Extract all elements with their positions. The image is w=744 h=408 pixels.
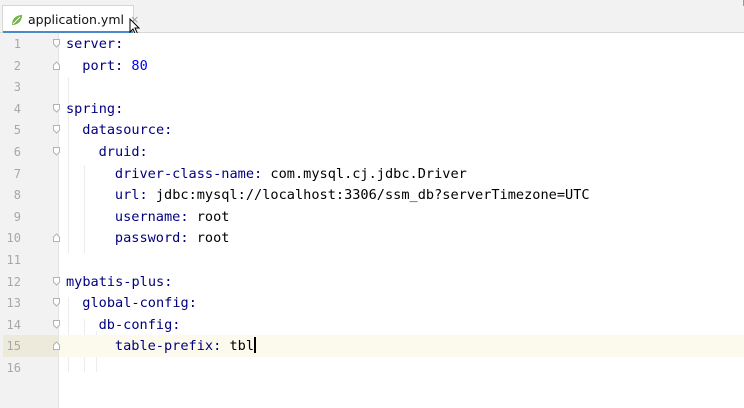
code-text: table-prefix: tbl xyxy=(114,335,257,357)
code-line[interactable]: 14 db-config: xyxy=(0,314,744,336)
ide-window: application.yml × 1 server: 2 port: 80 3 4 spr… xyxy=(0,0,744,408)
code-text: global-config: xyxy=(82,292,197,314)
fold-open-icon[interactable] xyxy=(53,276,60,286)
text-caret xyxy=(254,337,257,354)
code-line[interactable]: 3 xyxy=(0,76,744,98)
yaml-key: server: xyxy=(66,36,124,52)
code-text: url: jdbc:mysql://localhost:3306/ssm_db?… xyxy=(115,184,590,206)
code-line[interactable]: 13 global-config: xyxy=(0,292,744,314)
yaml-key: password: xyxy=(114,230,189,247)
yaml-value: root xyxy=(196,208,230,225)
code-line[interactable]: 8 url: jdbc:mysql://localhost:3306/ssm_db… xyxy=(0,184,744,206)
tab-application-yml[interactable]: application.yml × xyxy=(2,5,139,34)
yaml-key: username: xyxy=(114,208,189,225)
fold-open-icon[interactable] xyxy=(53,147,60,156)
line-number: 2 xyxy=(13,58,21,73)
yaml-value: com.mysql.cj.jdbc.Driver xyxy=(270,165,467,182)
code-line[interactable]: 4 spring: xyxy=(0,98,744,120)
yaml-value: jdbc:mysql://localhost:3306/ssm_db?serve… xyxy=(155,187,590,204)
line-number: 12 xyxy=(6,274,21,289)
code-line[interactable]: 16 xyxy=(0,357,744,379)
yaml-key: mybatis-plus: xyxy=(66,273,173,290)
code-text: spring: xyxy=(66,98,123,120)
yaml-key: spring: xyxy=(66,100,124,117)
code-line[interactable]: 6 druid: xyxy=(0,141,744,163)
code-text: druid: xyxy=(99,141,148,163)
line-number: 13 xyxy=(6,296,21,311)
fold-open-icon[interactable] xyxy=(53,319,60,329)
yaml-key: db-config: xyxy=(98,316,181,333)
yaml-key: druid: xyxy=(98,144,148,160)
line-number: 15 xyxy=(6,339,21,354)
fold-open-icon[interactable] xyxy=(53,298,60,307)
yaml-value: root xyxy=(196,230,230,247)
code-text: datasource: xyxy=(82,119,172,141)
line-number: 5 xyxy=(13,123,21,138)
line-number: 7 xyxy=(13,166,21,181)
line-number: 1 xyxy=(13,37,21,51)
line-number: 16 xyxy=(6,361,21,375)
code-text: port: 80 xyxy=(82,55,147,77)
line-number: 14 xyxy=(6,317,21,332)
code-line[interactable]: 15 table-prefix: tbl xyxy=(0,335,744,358)
line-number: 11 xyxy=(6,253,21,267)
code-text: driver-class-name: com.mysql.cj.jdbc.Dri… xyxy=(115,163,467,185)
yaml-key: url: xyxy=(114,187,148,204)
fold-open-icon[interactable] xyxy=(53,39,60,48)
spring-leaf-icon xyxy=(10,13,24,27)
yaml-value: tbl xyxy=(229,338,255,355)
code-text: password: root xyxy=(115,227,230,249)
yaml-key: datasource: xyxy=(82,122,173,139)
fold-close-icon[interactable] xyxy=(53,233,60,243)
code-line[interactable]: 1 server: xyxy=(0,33,744,55)
code-line[interactable]: 10 password: root xyxy=(0,227,744,249)
yaml-key: global-config: xyxy=(82,295,197,312)
code-text: username: root xyxy=(115,206,230,228)
code-text: mybatis-plus: xyxy=(66,271,172,293)
code-text: server: xyxy=(66,33,123,55)
line-number: 10 xyxy=(6,231,21,246)
code-line[interactable]: 7 driver-class-name: com.mysql.cj.jdbc.Dr… xyxy=(0,163,744,185)
tab-filename: application.yml xyxy=(28,12,124,27)
line-number: 8 xyxy=(13,188,21,203)
fold-open-icon[interactable] xyxy=(53,103,60,113)
code-line[interactable]: 2 port: 80 xyxy=(0,55,744,77)
yaml-value: 80 xyxy=(131,57,148,74)
fold-close-icon[interactable] xyxy=(53,60,60,70)
code-line[interactable]: 9 username: root xyxy=(0,206,744,228)
fold-open-icon[interactable] xyxy=(53,125,60,135)
code-line[interactable]: 12 mybatis-plus: xyxy=(0,271,744,293)
code-text: db-config: xyxy=(99,314,181,336)
editor-tab-bar: application.yml × xyxy=(0,0,744,36)
code-line[interactable]: 11 xyxy=(0,249,744,271)
line-number: 3 xyxy=(13,80,21,95)
yaml-key: port: xyxy=(82,57,124,74)
yaml-key: driver-class-name: xyxy=(114,165,263,182)
line-number: 9 xyxy=(13,209,21,224)
code-line[interactable]: 5 datasource: xyxy=(0,119,744,141)
yaml-key: table-prefix: xyxy=(114,338,222,355)
line-number: 6 xyxy=(13,145,21,159)
fold-close-icon[interactable] xyxy=(53,341,60,351)
line-number: 4 xyxy=(13,101,21,116)
